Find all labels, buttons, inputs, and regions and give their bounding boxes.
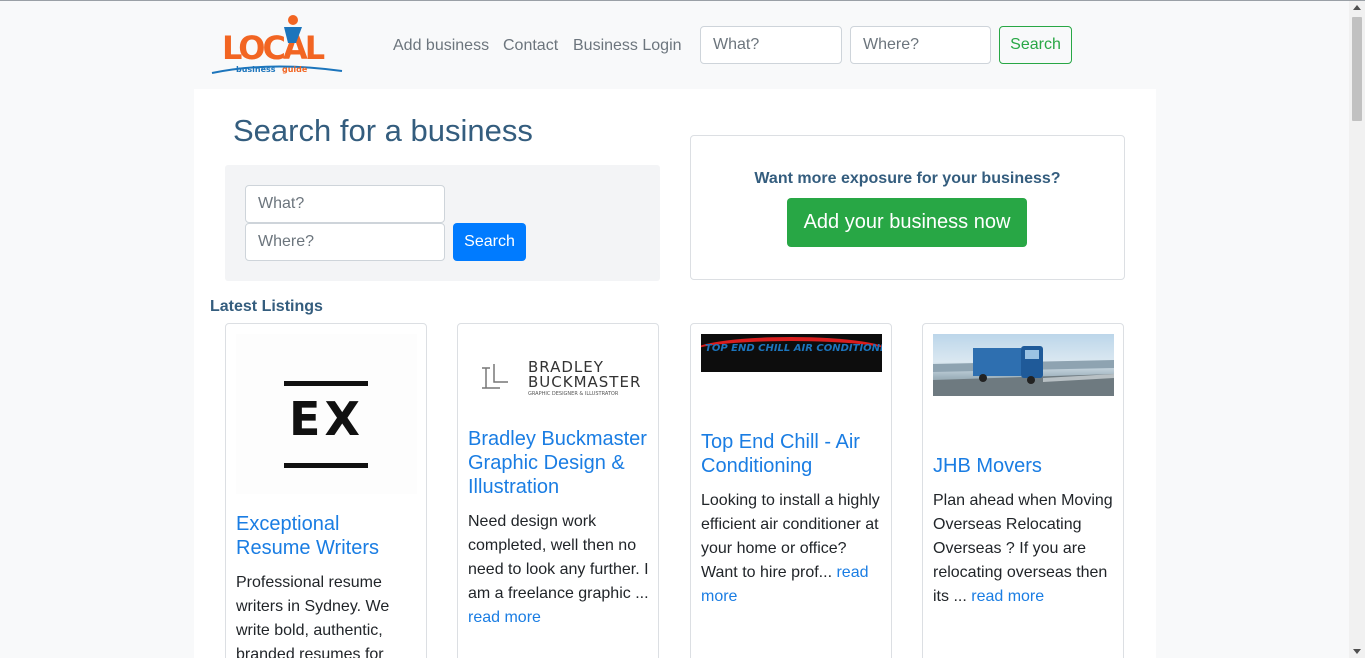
- nav-add-business-link[interactable]: Add business: [393, 37, 489, 55]
- read-more-link[interactable]: read more: [468, 609, 541, 626]
- search-button[interactable]: Search: [453, 223, 526, 261]
- listing-description: Looking to install a highly efficient ai…: [701, 492, 880, 605]
- listing-card: JHB Movers Plan ahead when Moving Overse…: [922, 323, 1124, 658]
- svg-text:business: business: [236, 65, 276, 74]
- listing-title[interactable]: JHB Movers: [933, 454, 1115, 478]
- listing-description: Professional resume writers in Sydney. W…: [236, 574, 390, 658]
- logo-bar: [284, 381, 368, 386]
- nav-contact-link[interactable]: Contact: [503, 37, 558, 55]
- listing-image[interactable]: BRADLEY BUCKMASTER GRAPHIC DESIGNER & IL…: [468, 334, 649, 418]
- scroll-down-arrow-icon[interactable]: [1353, 649, 1361, 654]
- listing-image[interactable]: EX: [236, 334, 417, 494]
- listing-description: Need design work completed, well then no…: [468, 513, 649, 626]
- promo-text: Want more exposure for your business?: [754, 170, 1061, 187]
- navbar: LOCAL business guide Add business Contac…: [0, 1, 1349, 89]
- listing-logo-text: EX: [289, 392, 364, 446]
- add-business-button[interactable]: Add your business now: [787, 198, 1027, 247]
- bb-logo-line-3: GRAPHIC DESIGNER & ILLUSTRATOR: [528, 391, 619, 397]
- page-title: Search for a business: [233, 113, 533, 148]
- listing-description: Plan ahead when Moving Overseas Relocati…: [933, 492, 1113, 605]
- nav-business-login-link[interactable]: Business Login: [573, 37, 682, 55]
- where-input[interactable]: [245, 223, 445, 261]
- listing-title[interactable]: Exceptional Resume Writers: [236, 512, 418, 560]
- nav-search-button[interactable]: Search: [999, 26, 1072, 64]
- bb-logo-line-2: BUCKMASTER: [528, 373, 642, 391]
- listing-title[interactable]: Top End Chill - Air Conditioning: [701, 430, 883, 478]
- listing-card: BRADLEY BUCKMASTER GRAPHIC DESIGNER & IL…: [457, 323, 659, 658]
- nav-what-input[interactable]: [700, 26, 842, 64]
- main-container: Search for a business Search Want more e…: [194, 89, 1156, 658]
- scrollbar-thumb[interactable]: [1352, 17, 1362, 121]
- logo-bar: [284, 463, 368, 468]
- bb-mark-icon: [482, 364, 508, 389]
- latest-listings-heading: Latest Listings: [210, 298, 323, 315]
- page-scrollbar[interactable]: [1349, 1, 1365, 658]
- scroll-up-arrow-icon[interactable]: [1353, 5, 1361, 10]
- listing-image[interactable]: TOP END CHILL AIR CONDITIONING: [701, 334, 882, 372]
- svg-text:LOCAL: LOCAL: [222, 29, 325, 67]
- tec-logo-text: TOP END CHILL AIR CONDITIONING: [705, 343, 882, 354]
- listing-card: EX Exceptional Resume Writers Profession…: [225, 323, 427, 658]
- listing-image[interactable]: [933, 334, 1114, 396]
- promo-panel: Want more exposure for your business? Ad…: [690, 135, 1125, 280]
- read-more-link[interactable]: read more: [971, 588, 1044, 605]
- nav-where-input[interactable]: [850, 26, 991, 64]
- site-logo[interactable]: LOCAL business guide: [210, 13, 345, 77]
- what-input[interactable]: [245, 185, 445, 223]
- search-panel: Search: [225, 165, 660, 281]
- listing-card: TOP END CHILL AIR CONDITIONING Top End C…: [690, 323, 892, 658]
- listing-title[interactable]: Bradley Buckmaster Graphic Design & Illu…: [468, 427, 650, 499]
- truck-photo: [933, 346, 1114, 396]
- svg-text:guide: guide: [282, 65, 308, 74]
